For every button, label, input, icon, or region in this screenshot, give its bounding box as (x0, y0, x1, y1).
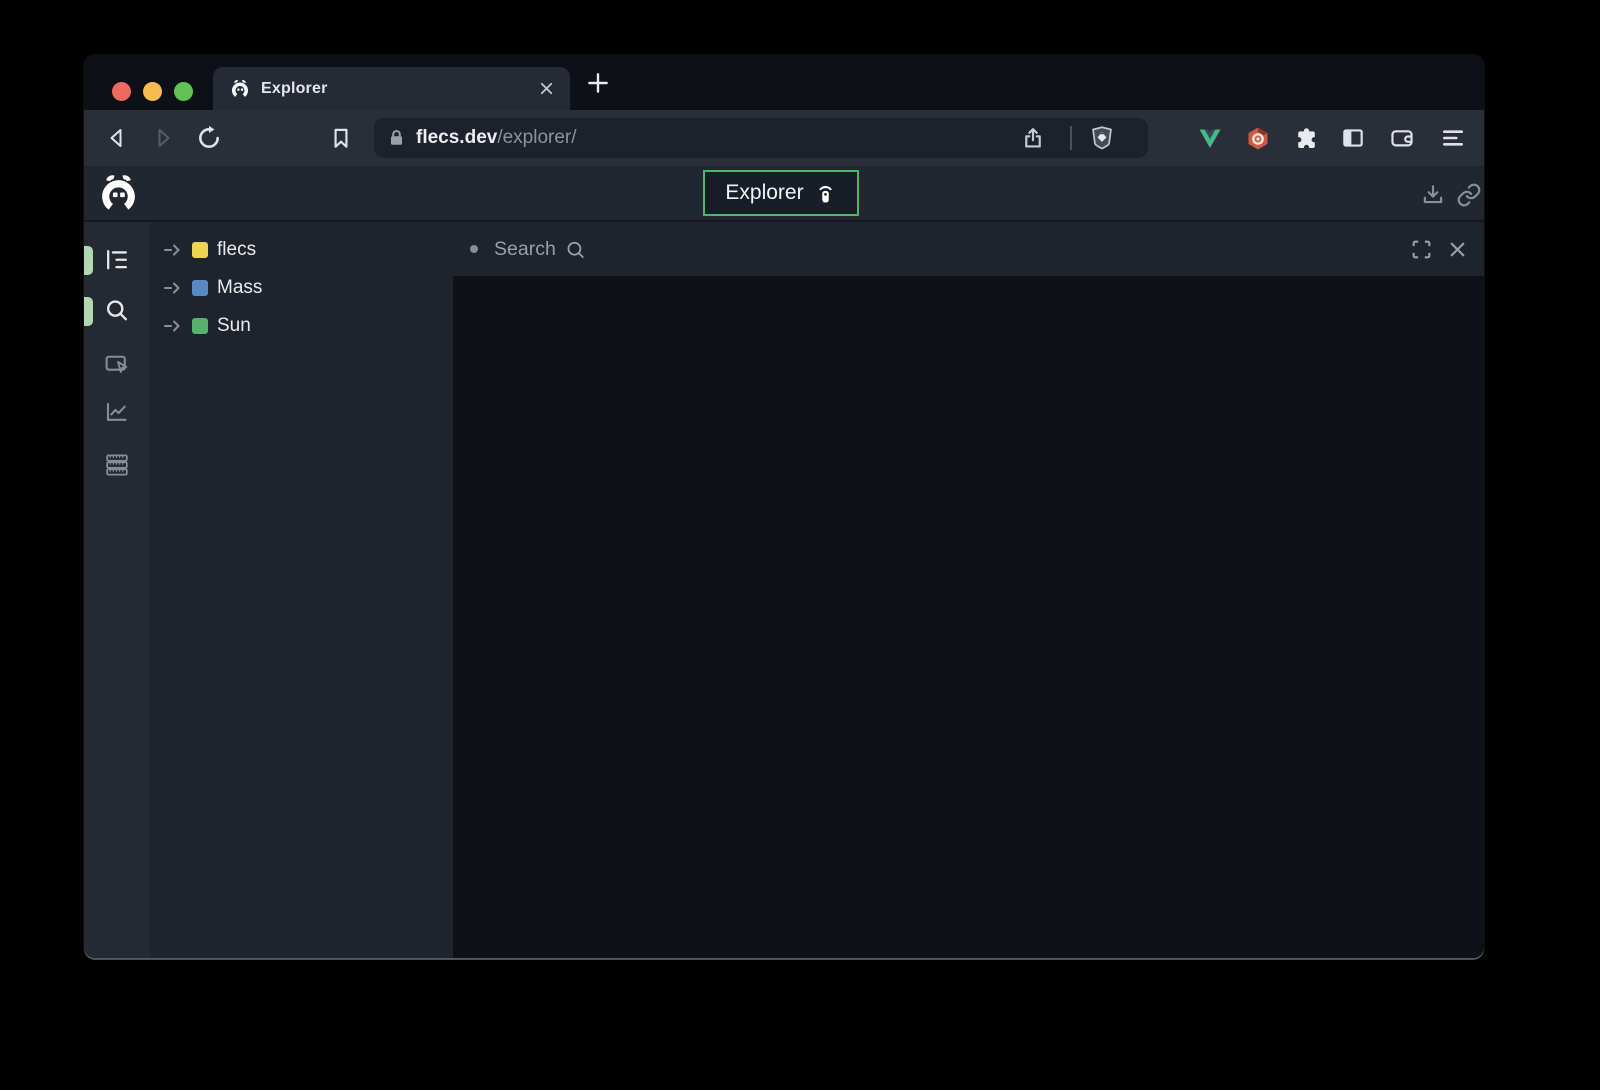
explorer-header: Explorer (84, 166, 1484, 222)
flecs-favicon-icon (229, 78, 251, 100)
bookmark-icon[interactable] (328, 125, 354, 151)
link-icon[interactable] (1456, 182, 1482, 208)
browser-tab[interactable]: Explorer (213, 67, 570, 110)
wallet-icon[interactable] (1389, 125, 1415, 151)
hexagon-extension-icon[interactable] (1245, 125, 1271, 151)
tab-title: Explorer (261, 80, 328, 98)
expand-arrow-icon[interactable] (163, 242, 183, 258)
entity-color-square (192, 318, 208, 334)
tree-item-mass[interactable]: Mass (150, 269, 453, 307)
tree-item-label: Mass (217, 277, 262, 299)
main-content: flecs Mass Sun (84, 222, 1484, 958)
navigation-bar: flecs.dev/explorer/ (84, 110, 1484, 166)
search-placeholder: Search (494, 238, 556, 261)
url-text: flecs.dev/explorer/ (416, 118, 577, 158)
entity-color-square (192, 280, 208, 296)
entity-color-square (192, 242, 208, 258)
chart-icon[interactable] (103, 398, 131, 426)
close-window-button[interactable] (112, 82, 131, 101)
tree-item-flecs[interactable]: flecs (150, 231, 453, 269)
zoom-window-button[interactable] (174, 82, 193, 101)
expand-arrow-icon[interactable] (163, 280, 183, 296)
lock-icon (387, 128, 406, 147)
browser-window: Explorer (84, 55, 1484, 958)
share-icon[interactable] (1020, 125, 1046, 151)
search-input[interactable]: Search (453, 222, 1484, 276)
extensions-puzzle-icon[interactable] (1292, 125, 1318, 151)
expand-arrow-icon[interactable] (163, 318, 183, 334)
tables-icon[interactable] (103, 451, 131, 479)
reload-icon[interactable] (196, 125, 222, 151)
sidebar-rail (84, 222, 150, 958)
back-icon[interactable] (104, 125, 130, 151)
active-panel-indicator (84, 297, 93, 326)
close-icon[interactable] (1447, 239, 1468, 260)
active-panel-indicator (84, 246, 93, 275)
search-panel: Search (453, 222, 1484, 958)
flecs-logo[interactable] (96, 171, 141, 216)
inspect-icon[interactable] (103, 350, 131, 378)
page-title: Explorer (725, 181, 803, 205)
vue-extension-icon[interactable] (1197, 125, 1223, 151)
remote-connected-icon (814, 182, 837, 205)
url-path: /explorer/ (497, 127, 576, 148)
brave-shield-icon[interactable] (1088, 124, 1116, 152)
download-icon[interactable] (1420, 182, 1446, 208)
titlebar: Explorer (84, 55, 1484, 110)
entity-tree-panel: flecs Mass Sun (150, 222, 453, 958)
search-magnifier-icon (565, 240, 587, 262)
query-status-dot (470, 245, 478, 253)
menu-icon[interactable] (1440, 125, 1466, 151)
sidebar-toggle-icon[interactable] (1340, 125, 1366, 151)
tree-item-label: flecs (217, 239, 256, 261)
window-controls (112, 82, 193, 101)
search-results-canvas (453, 276, 1484, 958)
tree-item-label: Sun (217, 315, 251, 337)
new-tab-button[interactable] (585, 70, 611, 96)
minimize-window-button[interactable] (143, 82, 162, 101)
address-bar[interactable]: flecs.dev/explorer/ (374, 118, 1148, 158)
tree-view-icon[interactable] (103, 246, 131, 274)
tab-close-icon[interactable] (537, 79, 556, 98)
divider (1070, 126, 1072, 150)
forward-icon[interactable] (150, 125, 176, 151)
url-host: flecs.dev (416, 127, 497, 148)
tree-item-sun[interactable]: Sun (150, 307, 453, 345)
fullscreen-icon[interactable] (1410, 238, 1433, 261)
search-icon[interactable] (103, 297, 131, 325)
app-title-connection[interactable]: Explorer (703, 170, 859, 216)
